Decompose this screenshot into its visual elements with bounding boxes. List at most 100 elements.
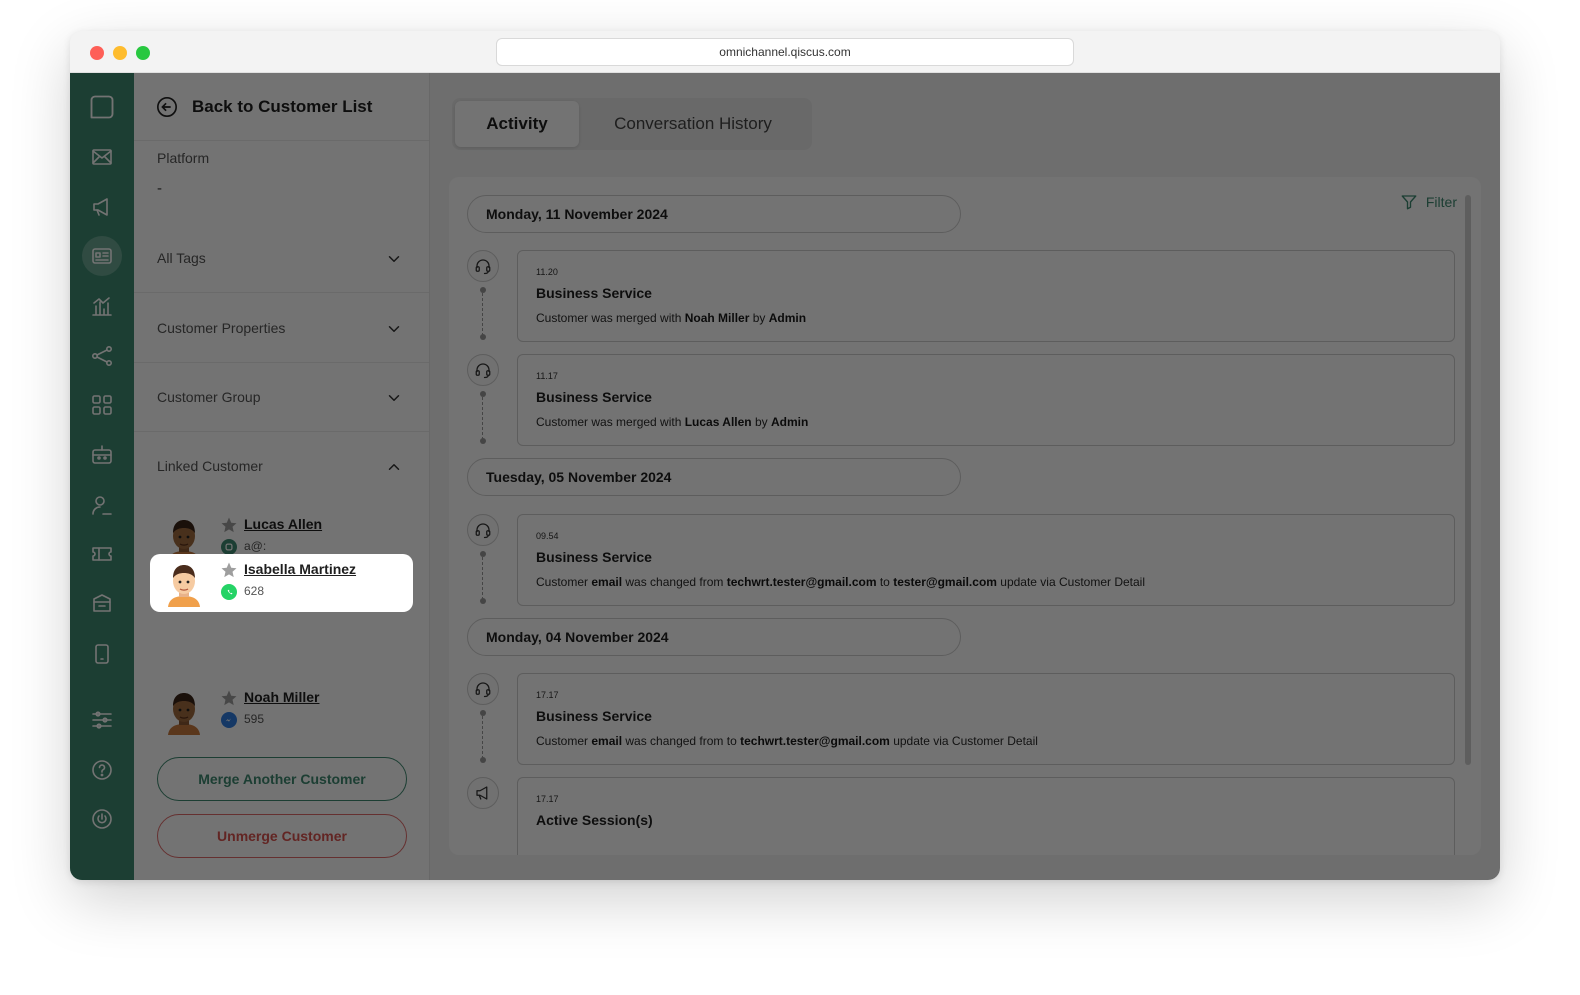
linked-customer-contact: 628 (244, 584, 265, 598)
timeline-dot (480, 391, 486, 397)
activity-time: 11.17 (536, 371, 558, 381)
app: Back to Customer List Platform - All Tag… (70, 73, 1500, 880)
customer-group-section[interactable]: Customer Group (134, 362, 429, 432)
catalog-icon[interactable] (82, 584, 122, 624)
activity-item: 09.54 Business Service Customer email wa… (517, 514, 1455, 606)
highlighted-linked-customer[interactable]: Isabella Martinez 628 (150, 554, 413, 612)
activity-item: 11.20 Business Service Customer was merg… (517, 250, 1455, 342)
linked-customer-label: Linked Customer (157, 458, 263, 474)
platform-label: Platform (157, 150, 210, 166)
timeline-connector (482, 711, 483, 759)
avatar (168, 693, 200, 735)
inbox-icon[interactable] (82, 137, 122, 177)
timeline-connector (482, 288, 483, 336)
integration-icon[interactable] (82, 336, 122, 376)
linked-customer-name[interactable]: Isabella Martinez (244, 561, 356, 577)
agent-icon[interactable] (82, 485, 122, 525)
timeline-dot (480, 287, 486, 293)
unmerge-customer-button[interactable]: Unmerge Customer (157, 814, 407, 858)
linked-customer-name[interactable]: Noah Miller (244, 689, 319, 705)
timeline-dot (480, 438, 486, 444)
headset-icon (467, 514, 499, 546)
activity-time: 11.20 (536, 267, 558, 277)
all-tags-label: All Tags (157, 250, 206, 266)
timeline-connector (482, 392, 483, 440)
address-bar[interactable]: omnichannel.qiscus.com (496, 38, 1074, 66)
timeline-dot (480, 551, 486, 557)
help-icon[interactable] (82, 750, 122, 790)
chevron-down-icon (388, 395, 400, 401)
chevron-down-icon (388, 256, 400, 262)
minimize-window-button[interactable] (113, 46, 127, 60)
tab-activity[interactable]: Activity (455, 101, 579, 147)
settings-sliders-icon[interactable] (82, 700, 122, 740)
activity-item: 11.17 Business Service Customer was merg… (517, 354, 1455, 446)
back-to-list-link[interactable]: Back to Customer List (134, 73, 429, 141)
activity-description: Customer email was changed from techwrt.… (536, 575, 1146, 589)
broadcast-icon[interactable] (82, 187, 122, 227)
maximize-window-button[interactable] (136, 46, 150, 60)
broadcast-icon (467, 777, 499, 809)
date-header: Tuesday, 05 November 2024 (467, 458, 961, 496)
linked-customer-item[interactable]: Noah Miller 595 (150, 682, 413, 740)
filter-label: Filter (1425, 194, 1457, 210)
mobile-icon[interactable] (82, 634, 122, 674)
star-icon[interactable] (220, 689, 238, 707)
back-arrow-icon (157, 96, 177, 117)
power-icon[interactable] (82, 799, 122, 839)
browser-window: omnichannel.qiscus.com Back to Customer … (70, 31, 1500, 880)
bot-icon[interactable] (82, 435, 122, 475)
headset-icon (467, 354, 499, 386)
apps-icon[interactable] (82, 385, 122, 425)
merge-customer-button[interactable]: Merge Another Customer (157, 757, 407, 801)
logo-icon[interactable] (82, 87, 122, 127)
customer-icon[interactable] (82, 236, 122, 276)
headset-icon (467, 673, 499, 705)
headset-icon (467, 250, 499, 282)
chevron-up-icon (388, 464, 400, 470)
main-content: Activity Conversation History Filter Mon… (430, 73, 1500, 880)
timeline-dot (480, 598, 486, 604)
scrollbar[interactable] (1465, 195, 1471, 765)
customer-properties-section[interactable]: Customer Properties (134, 293, 429, 363)
activity-description: Customer was merged with Noah Miller by … (536, 311, 807, 325)
analytics-icon[interactable] (82, 286, 122, 326)
activity-title: Active Session(s) (536, 812, 653, 828)
activity-item: 17.17 Active Session(s) (517, 777, 1455, 855)
ticket-icon[interactable] (82, 534, 122, 574)
browser-titlebar: omnichannel.qiscus.com (70, 31, 1500, 73)
date-header: Monday, 11 November 2024 (467, 195, 961, 233)
tab-conversation-history[interactable]: Conversation History (582, 101, 804, 147)
linked-customer-section[interactable]: Linked Customer (134, 431, 429, 501)
tab-bar: Activity Conversation History (452, 98, 812, 150)
activity-time: 17.17 (536, 690, 559, 700)
nav-rail (70, 73, 134, 880)
all-tags-section[interactable]: All Tags (134, 223, 429, 293)
activity-description: Customer email was changed from to techw… (536, 734, 1038, 748)
back-label: Back to Customer List (192, 96, 373, 116)
star-icon[interactable] (220, 516, 238, 534)
timeline-dot (480, 710, 486, 716)
activity-title: Business Service (536, 389, 652, 405)
close-window-button[interactable] (90, 46, 104, 60)
whatsapp-icon (221, 584, 237, 600)
customer-group-label: Customer Group (157, 389, 261, 405)
linked-customer-name[interactable]: Lucas Allen (244, 516, 322, 532)
linked-customer-contact: a@: (244, 539, 266, 553)
customer-properties-label: Customer Properties (157, 320, 286, 336)
qiscus-icon (221, 539, 237, 555)
avatar (168, 565, 200, 607)
star-icon[interactable] (220, 561, 238, 579)
timeline-dot (480, 334, 486, 340)
date-header: Monday, 04 November 2024 (467, 618, 961, 656)
activity-title: Business Service (536, 708, 652, 724)
activity-time: 09.54 (536, 531, 559, 541)
chevron-down-icon (388, 326, 400, 332)
timeline-dot (480, 757, 486, 763)
activity-time: 17.17 (536, 794, 559, 804)
platform-value: - (157, 180, 162, 197)
linked-customer-contact: 595 (244, 712, 265, 726)
activity-title: Business Service (536, 285, 652, 301)
filter-icon (1401, 195, 1417, 210)
filter-button[interactable]: Filter (1400, 193, 1457, 211)
